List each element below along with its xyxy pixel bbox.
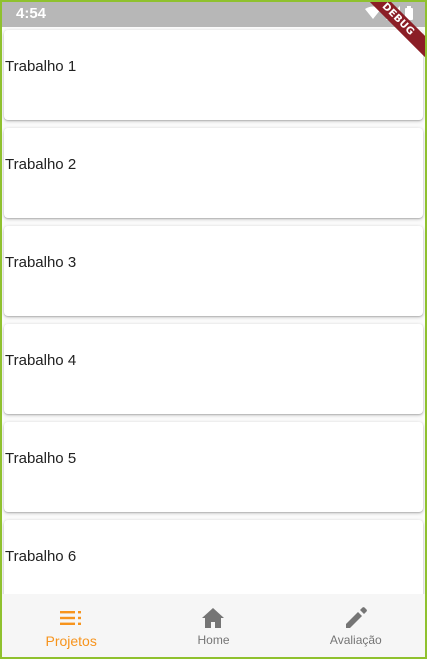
nav-item-home[interactable]: Home [142,594,284,659]
project-card[interactable]: Trabalho 4 [4,324,423,414]
nav-label-home: Home [197,633,230,647]
card-title: Trabalho 6 [5,548,77,565]
nav-label-avaliacao: Avaliação [329,633,382,647]
project-card[interactable]: Trabalho 2 [4,128,423,218]
card-title: Trabalho 4 [5,352,77,369]
card-title: Trabalho 1 [5,58,77,75]
nav-item-avaliacao[interactable]: Avaliação [285,594,427,659]
status-time: 4:54 [16,5,47,22]
project-card[interactable]: Trabalho 1 [4,30,423,120]
card-title: Trabalho 5 [5,450,77,467]
list-icon [60,606,82,630]
bottom-navigation: Projetos Home Avaliação [0,594,427,659]
project-card[interactable]: Trabalho 6 [4,520,423,594]
card-title: Trabalho 3 [5,254,77,271]
card-title: Trabalho 2 [5,156,77,173]
pencil-icon [345,606,367,630]
project-list[interactable]: Trabalho 1 Trabalho 2 Trabalho 3 Trabalh… [0,27,427,594]
project-card[interactable]: Trabalho 3 [4,226,423,316]
project-card[interactable]: Trabalho 5 [4,422,423,512]
status-bar: 4:54 [0,0,427,27]
home-icon [201,606,225,630]
nav-item-projetos[interactable]: Projetos [0,594,142,659]
nav-label-projetos: Projetos [45,633,97,649]
